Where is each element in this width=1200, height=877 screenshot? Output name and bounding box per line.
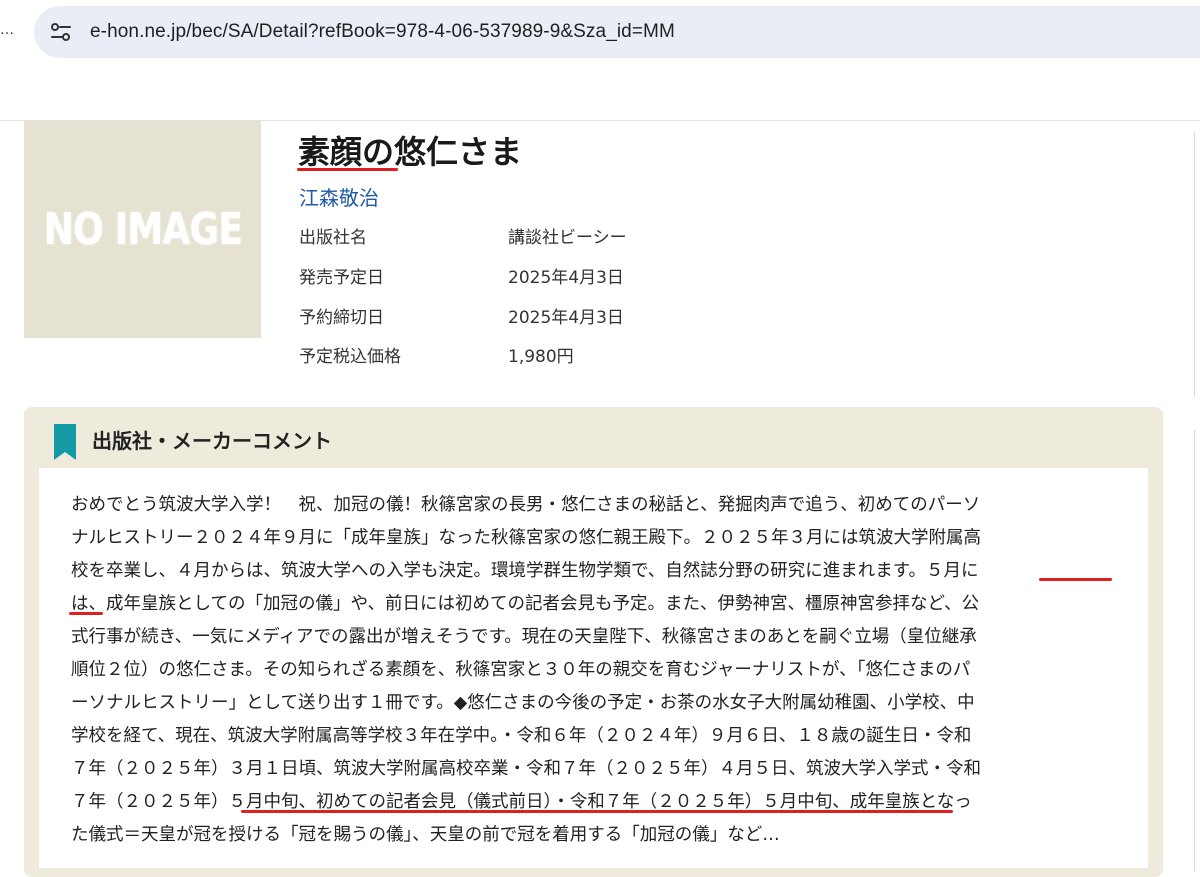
comment-line: 式行事が続き、一気にメディアでの露出が増えそうです。現在の天皇陛下、秋篠宮さまの… <box>71 627 977 647</box>
tune-icon <box>51 23 71 41</box>
comment-line: ナルヒストリー２０２４年９月に「成年皇族」なった秋篠宮家の悠仁親王殿下。２０２５… <box>71 528 981 548</box>
comment-line: 順位２位）の悠仁さま。その知られざる素顔を、秋篠宮家と３０年の親交を育むジャーナ… <box>71 660 971 680</box>
address-bar[interactable]: e-hon.ne.jp/bec/SA/Detail?refBook=978-4-… <box>34 6 1200 58</box>
release-date-value: 2025年4月3日 <box>508 268 624 288</box>
publisher-label: 出版社名 <box>299 228 367 248</box>
right-sidebar-edge <box>1194 430 1200 871</box>
price-row: 予定税込価格 1,980円 <box>299 345 719 369</box>
publisher-value: 講談社ビーシー <box>508 228 627 248</box>
release-date-label: 発売予定日 <box>299 268 384 288</box>
no-image-placeholder-text: NO IMAGE <box>43 204 242 255</box>
window-edge-mark: … <box>0 22 14 38</box>
price-value: 1,980円 <box>508 347 574 367</box>
annotation-underline <box>1039 578 1112 581</box>
comment-heading: 出版社・メーカーコメント <box>92 429 332 453</box>
comment-line: おめでとう筑波大学入学！ 祝、加冠の儀！秋篠宮家の長男・悠仁さまの秘話と、発掘肉… <box>71 495 981 515</box>
comment-line: ーソナルヒストリー」として送り出す１冊です。◆悠仁さまの今後の予定・お茶の水女子… <box>71 693 975 713</box>
book-cover-image: NO IMAGE <box>24 121 261 338</box>
url-text[interactable]: e-hon.ne.jp/bec/SA/Detail?refBook=978-4-… <box>90 21 675 43</box>
comment-line: ７年（２０２５年）３月１日頃、筑波大学附属高校卒業・令和７年（２０２５年）４月５… <box>71 759 981 779</box>
reservation-deadline-value: 2025年4月3日 <box>508 308 624 328</box>
comment-line: は、成年皇族としての「加冠の儀」や、前日には初めての記者会見も予定。また、伊勢神… <box>71 594 980 614</box>
annotation-underline <box>297 168 398 171</box>
reservation-deadline-row: 予約締切日 2025年4月3日 <box>299 306 719 330</box>
right-sidebar-edge <box>1194 132 1200 397</box>
publisher-comment-panel: 出版社・メーカーコメント おめでとう筑波大学入学！ 祝、加冠の儀！秋篠宮家の長男… <box>24 407 1163 877</box>
comment-line: 学校を経て、現在、筑波大学附属高等学校３年在学中。・令和６年（２０２４年）９月６… <box>71 726 972 746</box>
comment-body: おめでとう筑波大学入学！ 祝、加冠の儀！秋篠宮家の長男・悠仁さまの秘話と、発掘肉… <box>39 468 1148 868</box>
price-label: 予定税込価格 <box>299 347 401 367</box>
annotation-underline <box>69 612 103 615</box>
comment-line: た儀式＝天皇が冠を授ける「冠を賜うの儀」、天皇の前で冠を着用する「加冠の儀」など… <box>71 825 780 845</box>
comment-line: 校を卒業し、４月からは、筑波大学への入学も決定。環境学群生物学類で、自然誌分野の… <box>71 561 979 581</box>
publisher-row: 出版社名 講談社ビーシー <box>299 226 719 250</box>
author-link[interactable]: 江森敬治 <box>299 184 379 212</box>
annotation-underline <box>241 810 953 813</box>
release-date-row: 発売予定日 2025年4月3日 <box>299 266 719 290</box>
bookmark-icon <box>54 424 76 460</box>
reservation-deadline-label: 予約締切日 <box>299 308 384 328</box>
site-info-button[interactable] <box>44 15 78 49</box>
